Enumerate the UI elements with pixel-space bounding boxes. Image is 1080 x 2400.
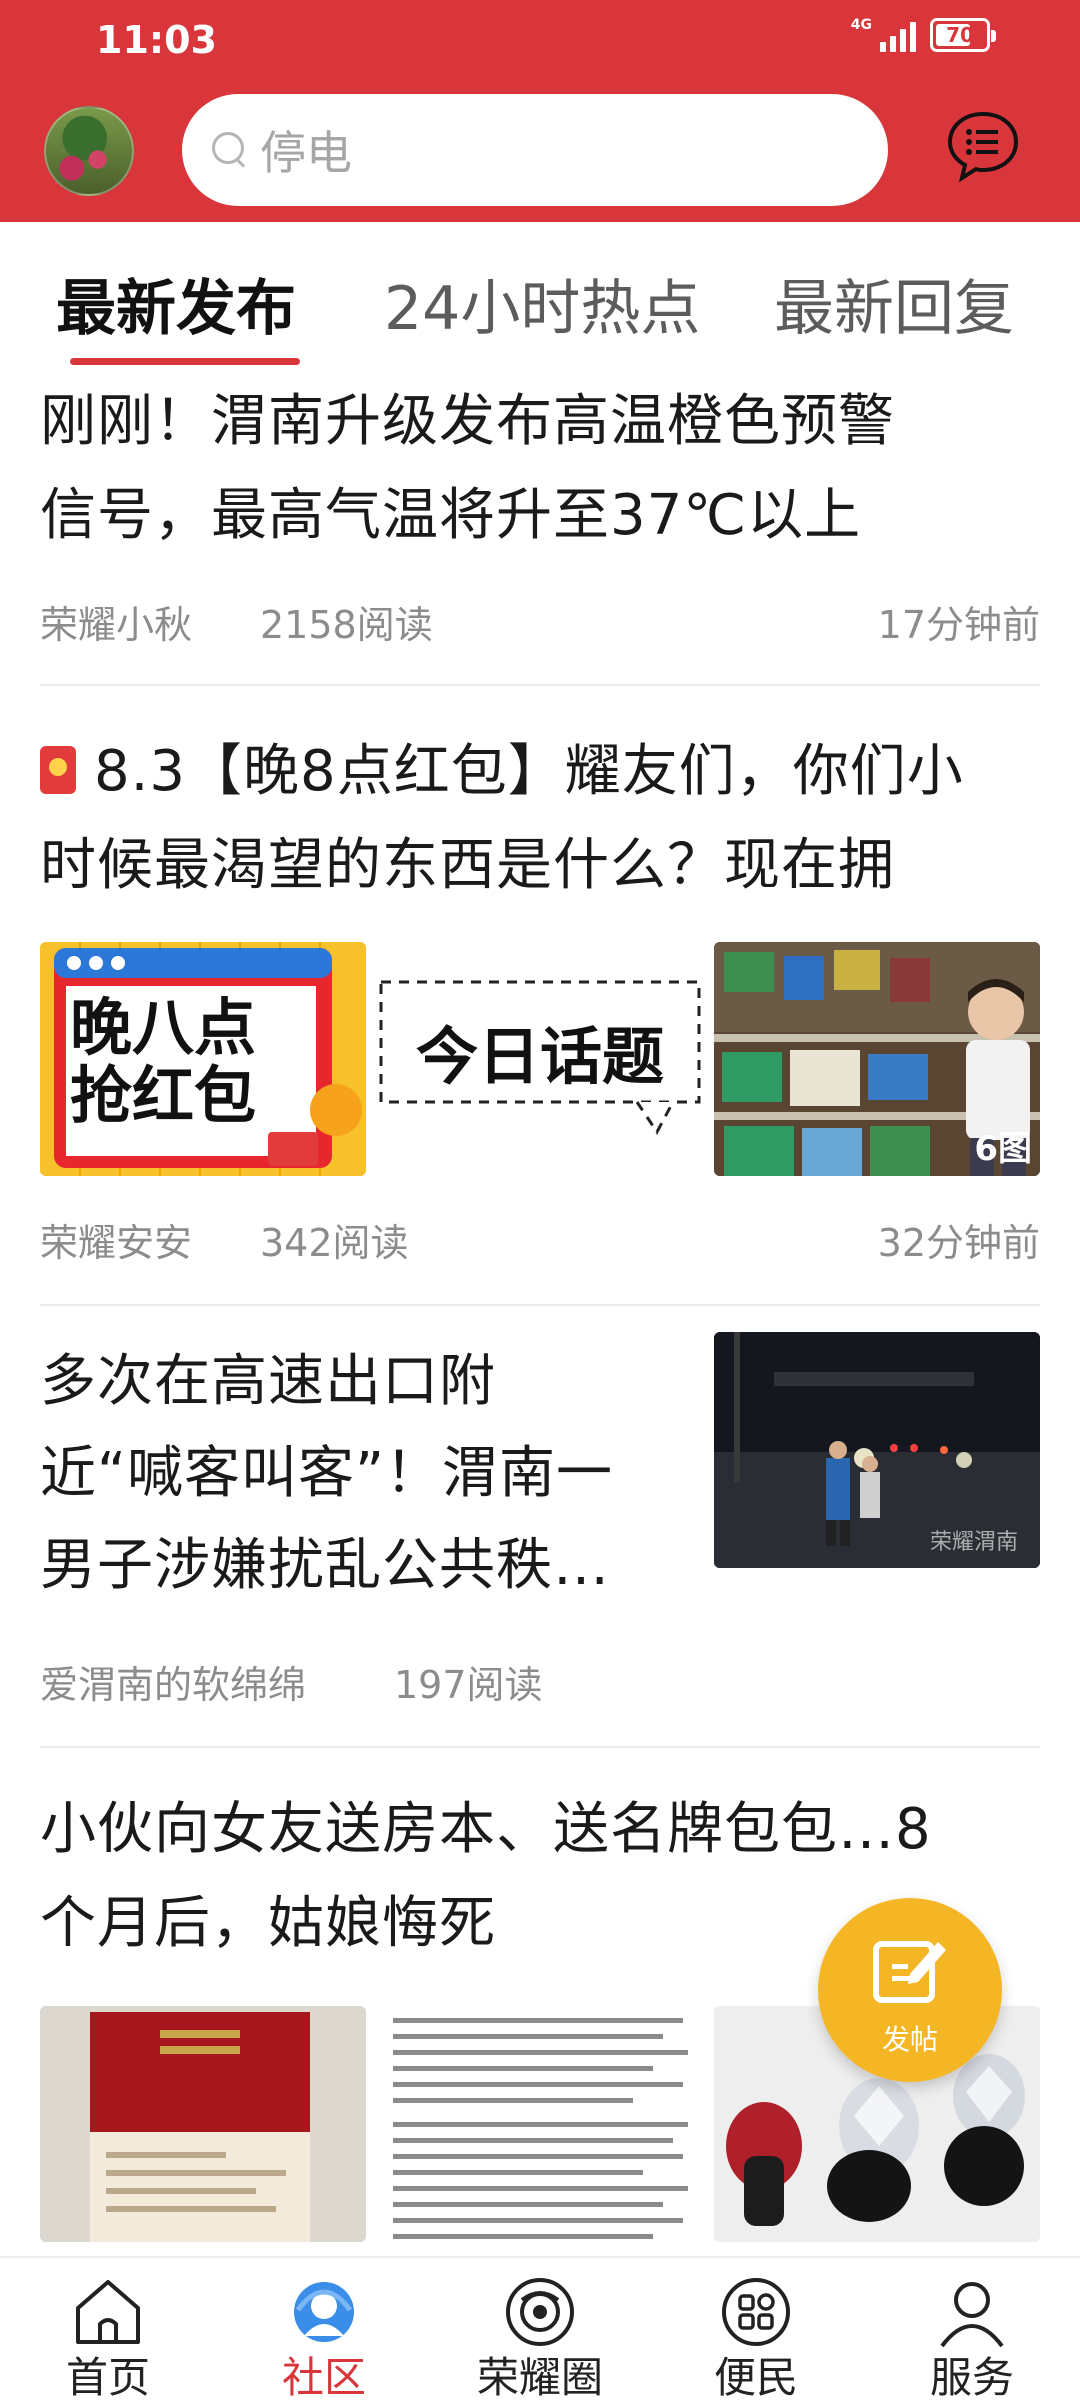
tab-latest-reply[interactable]: 最新回复 bbox=[774, 260, 1014, 347]
nav-home[interactable]: 首页 bbox=[0, 2258, 216, 2400]
message-icon[interactable] bbox=[944, 108, 1022, 186]
image-text: 今日话题 bbox=[415, 1020, 664, 1093]
avatar[interactable] bbox=[44, 106, 134, 196]
post-image[interactable]: 荣耀渭南 bbox=[714, 1332, 1040, 1568]
post-time: 17分钟前 bbox=[877, 603, 1040, 647]
community-icon bbox=[294, 2282, 354, 2342]
divider bbox=[40, 1304, 1040, 1306]
post-title-line: 刚刚！渭南升级发布高温橙色预警 bbox=[40, 389, 895, 454]
new-post-button[interactable]: 发帖 bbox=[818, 1898, 1002, 2082]
tab-latest[interactable]: 最新发布 bbox=[56, 260, 296, 347]
post-title-line: 8.3【晚8点红包】耀友们，你们小 bbox=[40, 726, 964, 818]
search-placeholder: 停电 bbox=[260, 126, 352, 180]
new-post-label: 发帖 bbox=[881, 2023, 938, 2056]
status-indicators: 4G 70 bbox=[851, 18, 996, 52]
nav-community[interactable]: 社区 bbox=[216, 2258, 432, 2400]
post-reads: 2158阅读 bbox=[260, 603, 433, 647]
image-count-badge: 6图 bbox=[974, 1129, 1032, 1169]
nav-label: 荣耀圈 bbox=[476, 2353, 603, 2400]
post-title-line: 个月后，姑娘悔死 bbox=[40, 1891, 496, 1956]
post-image-1[interactable] bbox=[40, 2006, 366, 2242]
post-image-2[interactable] bbox=[377, 2006, 703, 2242]
post-title-line: 近“喊客叫客”！渭南一 bbox=[40, 1441, 614, 1506]
person-icon bbox=[940, 2282, 1004, 2348]
post-reads: 197阅读 bbox=[394, 1663, 543, 1707]
nav-label: 服务 bbox=[929, 2353, 1014, 2400]
image-text: 抢红包 bbox=[70, 1059, 257, 1132]
edit-icon bbox=[873, 1941, 946, 2003]
post-title-line: 时候最渴望的东西是什么？现在拥 bbox=[40, 833, 895, 898]
post-title-line: 男子涉嫌扰乱公共秩… bbox=[40, 1533, 610, 1598]
battery-level: 70 bbox=[946, 23, 974, 47]
post-reads: 342阅读 bbox=[260, 1221, 409, 1265]
post-author[interactable]: 荣耀安安 bbox=[40, 1212, 192, 1267]
battery-icon: 70 bbox=[930, 18, 996, 52]
search-bar[interactable]: 停电 bbox=[182, 94, 888, 206]
network-type: 4G bbox=[850, 17, 872, 33]
post-image-3[interactable]: 6图 bbox=[714, 942, 1040, 1176]
tab-24h-hot[interactable]: 24小时热点 bbox=[384, 260, 700, 347]
image-text: 晚八点 bbox=[70, 991, 257, 1064]
active-tab-indicator bbox=[70, 358, 300, 365]
divider bbox=[40, 1746, 1040, 1748]
feed-tabs: 最新发布 24小时热点 最新回复 bbox=[0, 222, 1080, 372]
nav-service[interactable]: 服务 bbox=[864, 2258, 1080, 2400]
post-time: 32分钟前 bbox=[877, 1221, 1040, 1265]
post-title-line: 多次在高速出口附 bbox=[40, 1349, 496, 1414]
red-packet-icon bbox=[40, 746, 76, 794]
status-time: 11:03 bbox=[96, 18, 217, 62]
home-icon bbox=[76, 2280, 140, 2344]
nav-convenience[interactable]: 便民 bbox=[648, 2258, 864, 2400]
search-icon bbox=[210, 130, 250, 170]
top-header: 11:03 4G 70 停电 bbox=[0, 0, 1080, 222]
watermark: 荣耀渭南 bbox=[929, 1530, 1018, 1555]
circle-icon bbox=[506, 2278, 574, 2346]
post-author[interactable]: 爱渭南的软绵绵 bbox=[40, 1654, 306, 1709]
post-image-1[interactable]: 晚八点 抢红包 bbox=[40, 942, 366, 1176]
post-title-line: 信号，最高气温将升至37℃以上 bbox=[40, 483, 862, 548]
nav-label: 便民 bbox=[713, 2353, 798, 2400]
post-title-line: 小伙向女友送房本、送名牌包包…8 bbox=[40, 1797, 932, 1862]
bottom-nav: 首页 社区 荣耀圈 便民 服务 bbox=[0, 2256, 1080, 2400]
post-image-2[interactable]: 今日话题 bbox=[377, 942, 703, 1176]
signal-icon: 4G bbox=[851, 18, 916, 52]
divider bbox=[40, 684, 1040, 686]
nav-label: 社区 bbox=[281, 2353, 366, 2400]
post-author[interactable]: 荣耀小秋 bbox=[40, 594, 192, 649]
nav-label: 首页 bbox=[65, 2353, 150, 2400]
grid-icon bbox=[722, 2278, 790, 2346]
nav-honor-circle[interactable]: 荣耀圈 bbox=[432, 2258, 648, 2400]
